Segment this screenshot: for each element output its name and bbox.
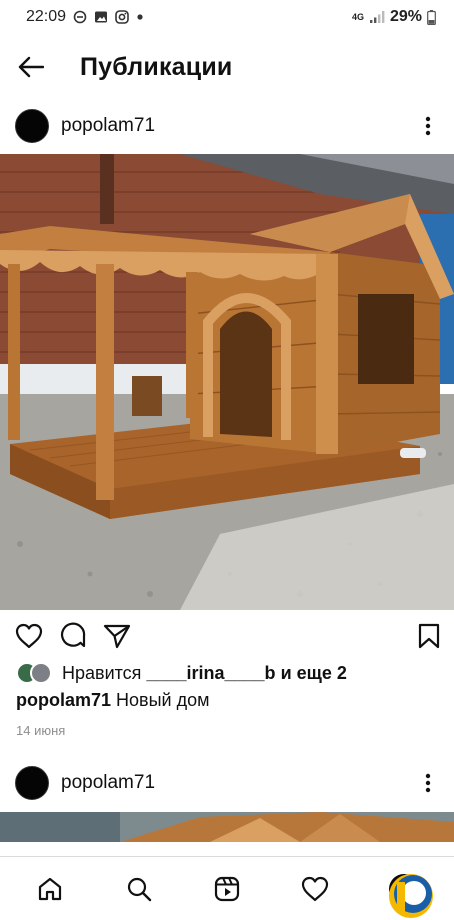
avatar [30, 662, 52, 684]
more-options-button[interactable] [408, 106, 448, 146]
likes-middle: и [280, 662, 292, 683]
nav-profile-button[interactable] [379, 864, 433, 918]
network-label: 4G [351, 11, 364, 22]
avatar[interactable] [15, 109, 49, 143]
gallery-icon [94, 10, 108, 24]
battery-icon [427, 9, 436, 25]
back-button[interactable] [0, 34, 62, 100]
avatar[interactable] [15, 766, 49, 800]
nav-home-button[interactable] [25, 864, 75, 914]
instagram-icon [115, 10, 129, 24]
more-options-button[interactable] [408, 763, 448, 803]
more-vertical-icon [425, 773, 431, 793]
heart-icon [302, 876, 329, 901]
status-bar: 22:09 4G 29% [0, 0, 454, 34]
bookmark-icon [418, 623, 440, 649]
post-username[interactable]: popolam71 [61, 115, 155, 137]
app-header: Публикации [0, 34, 454, 100]
post-username[interactable]: popolam71 [61, 772, 155, 794]
comment-icon [61, 622, 86, 648]
nav-activity-button[interactable] [290, 864, 340, 914]
caption-username[interactable]: popolam71 [16, 690, 111, 710]
signal-icon [369, 10, 385, 24]
heart-icon [15, 623, 43, 649]
comment-button[interactable] [59, 616, 103, 656]
post-actions [0, 614, 454, 658]
arrow-left-icon [18, 56, 44, 78]
share-button[interactable] [103, 616, 147, 656]
post-date: 14 июня [16, 723, 66, 738]
bottom-nav [0, 856, 454, 920]
nav-search-button[interactable] [114, 864, 164, 914]
save-button[interactable] [396, 616, 440, 656]
likes-more[interactable]: еще 2 [297, 663, 347, 683]
more-vertical-icon [425, 116, 431, 136]
liker-avatars [16, 662, 56, 684]
nav-reels-button[interactable] [202, 864, 252, 914]
like-button[interactable] [15, 616, 59, 656]
share-icon [103, 624, 131, 649]
home-icon [39, 877, 62, 900]
post-header: popolam71 [0, 100, 454, 152]
likes-row[interactable]: Нравится ____irina____b и еще 2 [16, 660, 347, 686]
reels-icon [214, 876, 240, 901]
status-time: 22:09 [26, 8, 67, 25]
minus-circle-icon [73, 10, 87, 24]
search-icon [127, 877, 151, 901]
dot-icon [136, 13, 144, 21]
likes-text: Нравится ____irina____b и еще 2 [62, 663, 347, 684]
post-caption: popolam71 Новый дом [16, 690, 210, 711]
app-badge-icon [388, 873, 433, 918]
post-header: popolam71 [0, 757, 454, 809]
post-image[interactable] [0, 154, 454, 610]
post-image[interactable] [0, 812, 454, 842]
likes-prefix: Нравится [62, 662, 142, 683]
battery-percent: 29% [389, 8, 422, 25]
caption-text: Новый дом [116, 690, 210, 710]
likes-user[interactable]: ____irina____b [146, 663, 275, 683]
page-title: Публикации [80, 52, 233, 81]
